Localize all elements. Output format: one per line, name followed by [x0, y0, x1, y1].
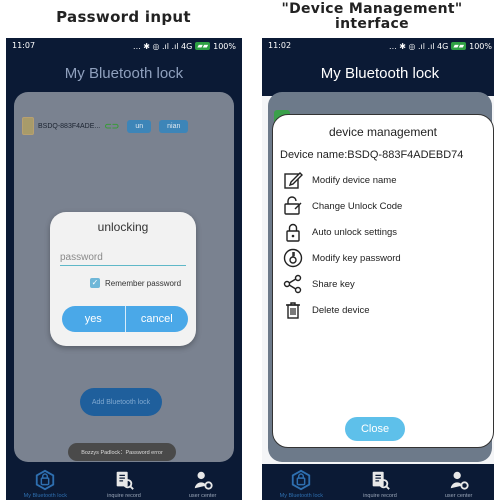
- remember-checkbox[interactable]: ✓: [90, 278, 100, 288]
- caption-device-management: "Device Management" interface: [250, 2, 494, 32]
- password-input[interactable]: [60, 250, 186, 266]
- padlock-icon: [283, 222, 303, 242]
- status-indicators: ... ✱ ◎ .ıl .ıl 4G: [389, 41, 449, 51]
- remember-label: Remember password: [105, 278, 182, 288]
- status-indicators: ... ✱ ◎ .ıl .ıl 4G: [133, 41, 193, 51]
- user-settings-icon: [450, 471, 469, 490]
- tab-label: My Bluetooth lock: [23, 493, 68, 499]
- device-battery-icon: [22, 117, 34, 135]
- device-name: Device name:BSDQ-883F4ADEBD74: [280, 149, 464, 161]
- status-battery: 100%: [213, 41, 236, 51]
- battery-icon: ▰▰: [451, 42, 467, 50]
- option-change-unlock-code[interactable]: Change Unlock Code: [273, 193, 493, 219]
- tab-user-center[interactable]: user center: [168, 469, 238, 499]
- unlock-code-icon: [283, 196, 303, 216]
- caption-line-2: interface: [335, 16, 409, 32]
- device-row[interactable]: BSDQ-883F4ADE... ⊂⊃ un nian: [22, 116, 226, 136]
- option-delete-device[interactable]: Delete device: [273, 297, 493, 323]
- option-modify-key-password[interactable]: Modify key password: [273, 245, 493, 271]
- key-password-icon: [283, 248, 303, 268]
- device-management-dialog: device management Device name:BSDQ-883F4…: [272, 114, 494, 448]
- tab-inquire-record[interactable]: inquire record: [89, 469, 159, 499]
- tab-label: user center: [444, 493, 473, 499]
- dialog-buttons: yes cancel: [62, 306, 188, 332]
- tab-label: My Bluetooth lock: [279, 493, 324, 499]
- dialog-title: device management: [328, 125, 438, 139]
- yes-button[interactable]: yes: [62, 306, 125, 332]
- error-toast: Bozzys Padlock：Password error: [68, 443, 176, 461]
- cancel-button[interactable]: cancel: [126, 306, 189, 332]
- remember-password-row[interactable]: ✓ Remember password: [90, 278, 181, 288]
- option-label: Share key: [312, 278, 355, 290]
- app-title: My Bluetooth lock: [262, 54, 494, 96]
- record-icon: [372, 471, 390, 490]
- tab-label: user center: [188, 493, 217, 499]
- bottom-nav: My Bluetooth lock inquire record user ce…: [262, 464, 494, 500]
- share-icon: [283, 274, 303, 294]
- option-auto-unlock-settings[interactable]: Auto unlock settings: [273, 219, 493, 245]
- tab-my-bluetooth-lock[interactable]: My Bluetooth lock: [266, 469, 336, 499]
- tab-user-center[interactable]: user center: [424, 469, 494, 499]
- trash-icon: [283, 300, 303, 320]
- dialog-title: unlocking: [97, 220, 149, 234]
- status-time: 11:07: [12, 41, 36, 50]
- caption-line-1: "Device Management": [281, 1, 463, 17]
- tab-label: inquire record: [363, 493, 397, 499]
- option-label: Modify device name: [312, 174, 397, 186]
- edit-icon: [283, 170, 303, 190]
- phone-device-management: 11:02 ... ✱ ◎ .ıl .ıl 4G ▰▰ 100% My Blue…: [262, 38, 494, 500]
- add-bluetooth-lock-button[interactable]: Add Bluetooth lock: [80, 388, 162, 416]
- option-label: Change Unlock Code: [312, 200, 403, 212]
- tab-inquire-record[interactable]: inquire record: [345, 469, 415, 499]
- lock-icon: [36, 469, 55, 491]
- status-bar: 11:07 ... ✱ ◎ .ıl .ıl 4G ▰▰ 100%: [6, 38, 242, 54]
- battery-icon: ▰▰: [195, 42, 211, 50]
- user-settings-icon: [194, 471, 213, 490]
- status-battery: 100%: [469, 41, 492, 51]
- status-time: 11:02: [268, 41, 292, 50]
- option-label: Modify key password: [312, 252, 401, 264]
- phone-password-input: 11:07 ... ✱ ◎ .ıl .ıl 4G ▰▰ 100% My Blue…: [6, 38, 242, 500]
- tab-my-bluetooth-lock[interactable]: My Bluetooth lock: [10, 469, 80, 499]
- connected-icon: ⊂⊃: [104, 120, 120, 131]
- lock-icon: [292, 469, 311, 491]
- management-options: Modify device name Change Unlock Code Au…: [273, 167, 493, 323]
- manage-button[interactable]: nian: [159, 119, 189, 133]
- caption-password-input: Password input: [56, 8, 191, 26]
- status-bar: 11:02 ... ✱ ◎ .ıl .ıl 4G ▰▰ 100%: [262, 38, 494, 54]
- unlocking-dialog: unlocking ✓ Remember password yes cancel: [50, 212, 196, 346]
- close-button[interactable]: Close: [345, 417, 405, 441]
- option-label: Auto unlock settings: [312, 226, 398, 238]
- option-share-key[interactable]: Share key: [273, 271, 493, 297]
- device-name: BSDQ-883F4ADE...: [38, 122, 101, 130]
- unlock-button[interactable]: un: [127, 119, 152, 133]
- option-modify-device-name[interactable]: Modify device name: [273, 167, 493, 193]
- option-label: Delete device: [312, 304, 370, 316]
- bottom-nav: My Bluetooth lock inquire record user ce…: [6, 464, 242, 500]
- app-title: My Bluetooth lock: [64, 65, 184, 82]
- record-icon: [116, 471, 134, 490]
- tab-label: inquire record: [107, 493, 141, 499]
